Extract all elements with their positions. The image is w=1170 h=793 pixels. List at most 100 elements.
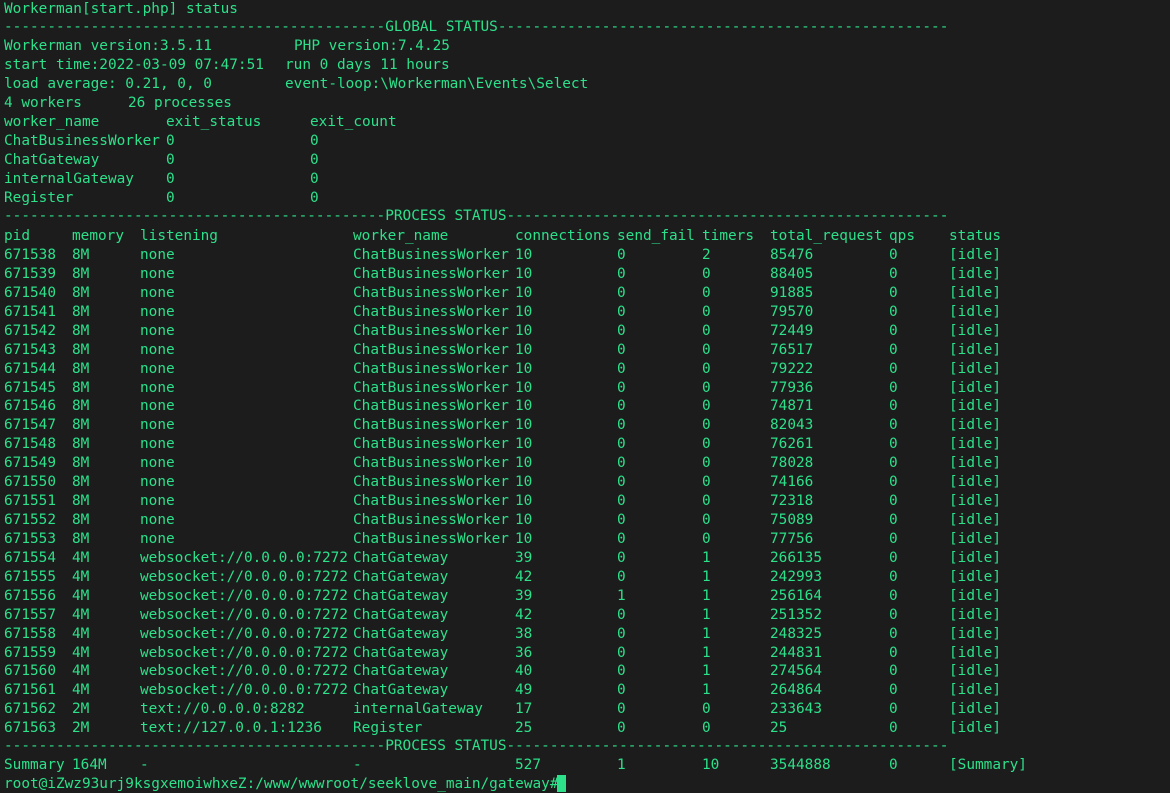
process-listening: websocket://0.0.0.0:7272 <box>140 587 348 604</box>
process-status: [idle] <box>949 568 1001 585</box>
process-connections: 36 <box>515 644 533 661</box>
process-pid: 671543 <box>4 341 56 358</box>
process-connections: 10 <box>515 341 533 358</box>
process-memory: 2M <box>72 720 90 737</box>
process-status: [idle] <box>949 436 1001 453</box>
process-connections: 10 <box>515 455 533 472</box>
process-listening: websocket://0.0.0.0:7272 <box>140 625 348 642</box>
process-qps: 0 <box>889 568 898 585</box>
process-memory: 8M <box>72 379 90 396</box>
process-worker-name: ChatBusinessWorker <box>353 341 509 358</box>
process-send-fail: 0 <box>617 720 626 737</box>
status-title: Workerman[start.php] status <box>4 0 238 19</box>
process-listening: websocket://0.0.0.0:7272 <box>140 644 348 661</box>
process-send-fail: 0 <box>617 682 626 699</box>
process-qps: 0 <box>889 341 898 358</box>
process-timers: 0 <box>702 341 711 358</box>
process-worker-name: ChatBusinessWorker <box>353 455 509 472</box>
process-qps: 0 <box>889 682 898 699</box>
process-send-fail: 0 <box>617 284 626 301</box>
process-send-fail: 0 <box>617 455 626 472</box>
cursor-block <box>557 775 566 792</box>
process-memory: 8M <box>72 398 90 415</box>
process-worker-name: ChatGateway <box>353 682 449 699</box>
process-listening: none <box>140 455 175 472</box>
summary-timers: 10 <box>702 757 720 773</box>
process-status: [idle] <box>949 663 1001 680</box>
process-total-request: 266135 <box>770 549 822 566</box>
exit-status: 0 <box>166 171 175 187</box>
workers-count: 4 workers <box>4 95 82 111</box>
process-pid: 671541 <box>4 303 56 320</box>
process-listening: websocket://0.0.0.0:7272 <box>140 663 348 680</box>
process-total-request: 75089 <box>770 512 814 529</box>
worker-name: internalGateway <box>4 171 134 187</box>
process-timers: 1 <box>702 682 711 699</box>
process-connections: 10 <box>515 436 533 453</box>
process-total-request: 25 <box>770 720 788 737</box>
process-connections: 42 <box>515 606 533 623</box>
process-listening: none <box>140 303 175 320</box>
process-send-fail: 0 <box>617 379 626 396</box>
divider-text: ----------------------------------------… <box>4 19 949 35</box>
process-qps: 0 <box>889 720 898 737</box>
exit-status: 0 <box>166 190 175 206</box>
process-status: [idle] <box>949 474 1001 491</box>
summary-worker-name: - <box>353 757 362 773</box>
process-send-fail: 0 <box>617 701 626 718</box>
process-pid: 671552 <box>4 512 56 529</box>
process-total-request: 256164 <box>770 587 822 604</box>
process-total-request: 72449 <box>770 322 814 339</box>
process-pid: 671563 <box>4 720 56 737</box>
process-send-fail: 0 <box>617 493 626 510</box>
process-connections: 10 <box>515 512 533 529</box>
process-qps: 0 <box>889 398 898 415</box>
process-memory: 8M <box>72 322 90 339</box>
process-memory: 8M <box>72 303 90 320</box>
process-memory: 8M <box>72 436 90 453</box>
header-worker-name: worker_name <box>353 228 449 244</box>
process-listening: none <box>140 360 175 377</box>
process-memory: 8M <box>72 341 90 358</box>
process-timers: 0 <box>702 398 711 415</box>
process-qps: 0 <box>889 284 898 301</box>
exit-status: 0 <box>166 152 175 168</box>
process-qps: 0 <box>889 549 898 566</box>
process-send-fail: 0 <box>617 568 626 585</box>
process-status: [idle] <box>949 530 1001 547</box>
prompt-line[interactable]: root@iZwz93urj9ksgxemoiwhxeZ:/www/wwwroo… <box>4 775 566 793</box>
process-send-fail: 0 <box>617 417 626 434</box>
process-connections: 10 <box>515 247 533 263</box>
worker-name: ChatBusinessWorker <box>4 133 160 149</box>
process-memory: 4M <box>72 682 90 699</box>
load-line: load average: 0.21, 0, 0 event-loop:\Wor… <box>4 75 588 94</box>
summary-memory: 164M <box>72 757 107 773</box>
process-qps: 0 <box>889 436 898 453</box>
process-memory: 4M <box>72 663 90 680</box>
process-memory: 8M <box>72 247 90 263</box>
process-timers: 1 <box>702 549 711 566</box>
process-pid: 671553 <box>4 530 56 547</box>
exit-count: 0 <box>310 171 319 187</box>
process-listening: none <box>140 512 175 529</box>
process-qps: 0 <box>889 530 898 547</box>
process-total-request: 74871 <box>770 398 814 415</box>
process-memory: 8M <box>72 417 90 434</box>
process-worker-name: ChatBusinessWorker <box>353 436 509 453</box>
process-timers: 0 <box>702 360 711 377</box>
process-pid: 671547 <box>4 417 56 434</box>
terminal-window[interactable]: Workerman[start.php] status ------------… <box>0 0 1170 793</box>
process-pid: 671548 <box>4 436 56 453</box>
process-worker-name: ChatBusinessWorker <box>353 265 509 282</box>
worker-header-exit-status: exit_status <box>166 114 262 130</box>
process-worker-name: Register <box>353 720 423 737</box>
process-listening: none <box>140 417 175 434</box>
process-listening: none <box>140 322 175 339</box>
process-qps: 0 <box>889 417 898 434</box>
process-worker-name: internalGateway <box>353 701 483 718</box>
title-text: Workerman[start.php] status <box>4 1 238 17</box>
process-timers: 0 <box>702 379 711 396</box>
process-total-request: 78028 <box>770 455 814 472</box>
process-total-request: 76517 <box>770 341 814 358</box>
process-memory: 2M <box>72 701 90 718</box>
